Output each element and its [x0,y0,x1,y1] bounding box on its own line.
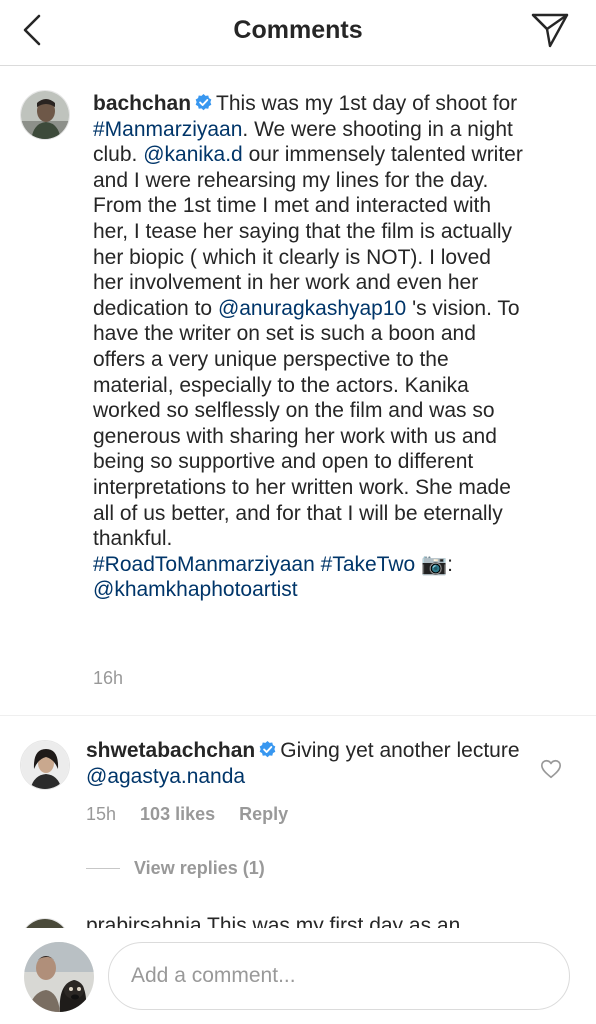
caption-text-segment: 's vision. To have the writer on set is … [93,296,520,551]
top-bar: Comments [0,0,596,66]
comment-input[interactable] [108,942,570,1010]
mention-link[interactable]: @kanika.d [143,143,243,166]
comment-meta: 15h 103 likes Reply [86,804,288,825]
mention-link[interactable]: @anuragkashyap10 [218,297,406,320]
comment-username[interactable]: shwetabachchan [86,739,255,762]
hashtag-link[interactable]: #TakeTwo [321,553,416,576]
timestamp: 15h [86,804,117,824]
timestamp: 16h [93,668,124,688]
page-title: Comments [233,16,363,44]
caption-username[interactable]: bachchan [93,92,191,115]
divider [86,868,120,869]
caption-text-segment: 📷: [415,552,454,576]
caption-text: bachchan This was my 1st day of shoot for… [93,91,523,603]
mention-link[interactable]: @khamkhaphotoartist [93,578,298,601]
verified-badge-icon [195,92,212,111]
share-button[interactable] [528,10,572,50]
paper-plane-icon [531,13,569,48]
caption-meta: 16h [93,668,123,689]
view-replies-label: View replies (1) [134,858,265,878]
verified-badge-icon [259,739,276,758]
avatar [24,942,94,1012]
hashtag-link[interactable]: #RoadToManmarziyaan [93,553,315,576]
comment-body-text: Giving yet another lecture [280,739,520,762]
hashtag-link[interactable]: #Manmarziyaan [93,118,242,141]
divider [0,715,596,716]
reply-button[interactable]: Reply [239,804,288,825]
caption-text-segment: This was my 1st day of shoot for [216,92,518,115]
comment-composer [0,928,596,1024]
avatar[interactable] [20,740,70,790]
like-button[interactable] [540,758,564,782]
likes-count[interactable]: 103 likes [140,804,215,825]
mention-link[interactable]: @agastya.nanda [86,765,245,788]
comment-text: shwetabachchan Giving yet another lecture… [86,738,526,789]
heart-outline-icon [541,759,561,779]
view-replies-button[interactable]: View replies (1) [86,858,265,879]
avatar[interactable] [20,90,70,140]
